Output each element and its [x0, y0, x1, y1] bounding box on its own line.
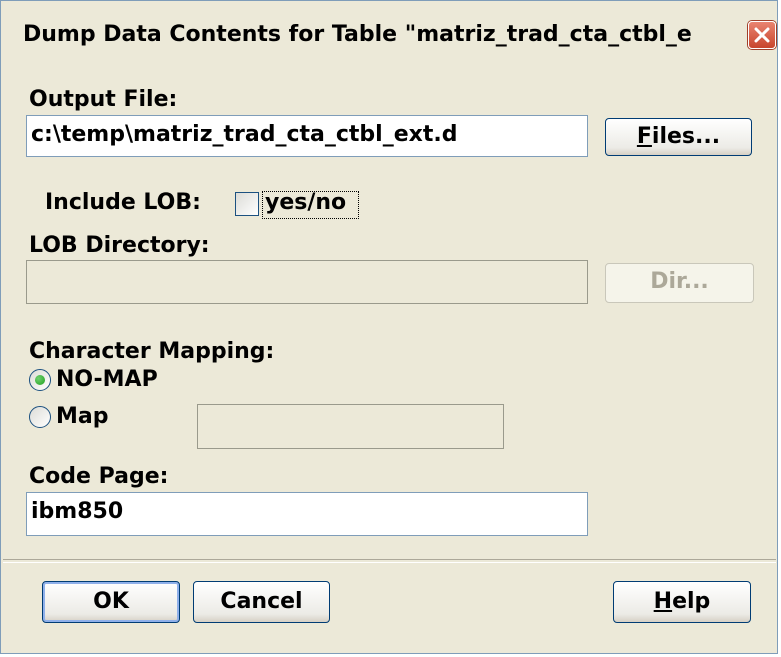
button-separator	[3, 559, 776, 563]
include-lob-checkbox[interactable]	[235, 192, 259, 216]
character-mapping-label: Character Mapping:	[29, 339, 275, 364]
help-button[interactable]: Help	[613, 581, 751, 623]
title-bar[interactable]: Dump Data Contents for Table "matriz_tra…	[1, 1, 777, 70]
help-button-mnemonic: H	[653, 589, 673, 614]
lob-directory-input	[26, 260, 588, 304]
include-lob-label: Include LOB:	[45, 190, 201, 215]
dir-button: Dir...	[605, 263, 754, 303]
output-file-input[interactable]: c:\temp\matriz_trad_cta_ctbl_ext.d	[26, 115, 588, 157]
map-radio[interactable]	[29, 406, 51, 428]
map-input	[197, 404, 504, 449]
dialog-title: Dump Data Contents for Table "matriz_tra…	[23, 22, 692, 47]
no-map-radio[interactable]	[29, 369, 51, 391]
no-map-radio-label[interactable]: NO-MAP	[56, 367, 158, 393]
cancel-button[interactable]: Cancel	[193, 581, 330, 623]
close-button[interactable]	[748, 21, 776, 49]
radio-selected-dot	[35, 375, 45, 385]
files-button-mnemonic: F	[636, 124, 652, 149]
code-page-label: Code Page:	[29, 464, 169, 489]
dump-data-dialog: Dump Data Contents for Table "matriz_tra…	[0, 0, 778, 654]
help-button-label: elp	[672, 589, 711, 614]
include-lob-checkbox-label[interactable]: yes/no	[265, 190, 346, 216]
lob-directory-label: LOB Directory:	[29, 233, 210, 258]
map-radio-label[interactable]: Map	[56, 404, 109, 430]
code-page-input[interactable]: ibm850	[26, 492, 588, 536]
output-file-label: Output File:	[29, 87, 178, 112]
files-button[interactable]: Files...	[605, 118, 752, 156]
close-icon	[754, 27, 770, 43]
ok-button[interactable]: OK	[42, 581, 180, 623]
files-button-label: iles...	[651, 124, 721, 149]
